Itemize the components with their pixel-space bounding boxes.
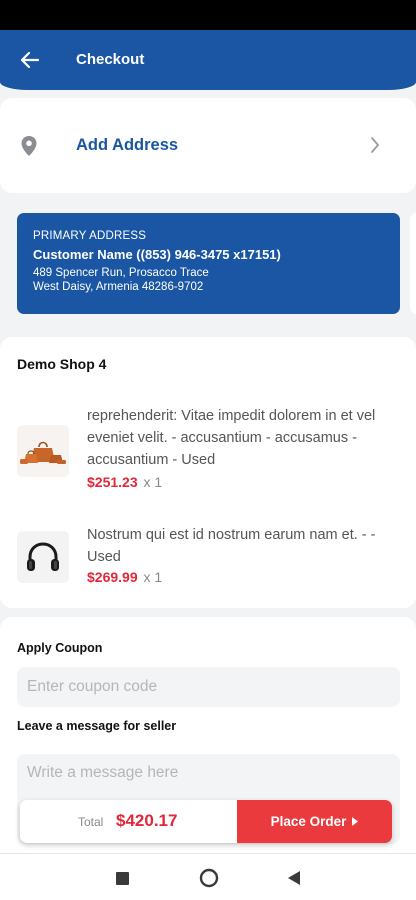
shop-name: Demo Shop 4	[17, 356, 107, 372]
shop-card: Demo Shop 4 reprehenderit: Vitae impedit…	[0, 337, 416, 608]
location-pin-icon	[21, 136, 37, 156]
recents-button[interactable]	[110, 866, 134, 890]
apply-coupon-label: Apply Coupon	[17, 641, 103, 655]
total-value: $420.17	[116, 811, 178, 830]
arrow-left-icon	[20, 51, 40, 69]
item-description: Nostrum qui est id nostrum earum nam et.…	[87, 527, 376, 565]
app-bar: Checkout	[0, 30, 416, 90]
circle-icon	[199, 868, 219, 888]
address-line-2: West Daisy, Armenia 48286-9702	[33, 281, 204, 294]
status-bar	[0, 0, 416, 30]
item-price-row: $269.99 x 1	[87, 569, 162, 585]
add-address-label: Add Address	[76, 136, 179, 154]
item-qty: x 1	[143, 569, 163, 585]
square-icon	[115, 871, 129, 885]
place-order-label: Place Order	[270, 814, 347, 829]
handbag-set-image	[17, 425, 69, 477]
checkout-bar: Total $420.17 Place Order	[20, 800, 392, 843]
chevron-right-icon	[371, 137, 379, 153]
headphones-image	[17, 531, 69, 583]
address-line-1: 489 Spencer Run, Prosacco Trace	[33, 267, 209, 279]
place-order-button[interactable]: Place Order	[237, 800, 392, 843]
caret-right-icon	[352, 817, 359, 826]
item-description: reprehenderit: Vitae impedit dolorem in …	[87, 408, 376, 468]
item-price: $269.99	[87, 569, 138, 585]
primary-address-label: PRIMARY ADDRESS	[33, 230, 147, 242]
home-button[interactable]	[197, 866, 221, 890]
add-address-row[interactable]: Add Address	[0, 98, 416, 193]
triangle-back-icon	[287, 871, 300, 885]
customer-name: Customer Name ((853) 946-3475 x17151)	[33, 247, 281, 262]
next-address-card[interactable]	[410, 213, 416, 314]
page-title: Checkout	[76, 51, 145, 68]
primary-address-card[interactable]: PRIMARY ADDRESS Customer Name ((853) 946…	[17, 213, 400, 314]
back-button[interactable]	[14, 44, 46, 76]
item-qty: x 1	[143, 474, 163, 490]
item-price: $251.23	[87, 474, 138, 490]
seller-message-label: Leave a message for seller	[17, 719, 177, 733]
coupon-input[interactable]	[17, 667, 400, 707]
item-price-row: $251.23 x 1	[87, 474, 162, 490]
system-nav-bar	[0, 853, 416, 900]
back-nav-button[interactable]	[282, 866, 306, 890]
total-label: Total	[78, 815, 104, 829]
